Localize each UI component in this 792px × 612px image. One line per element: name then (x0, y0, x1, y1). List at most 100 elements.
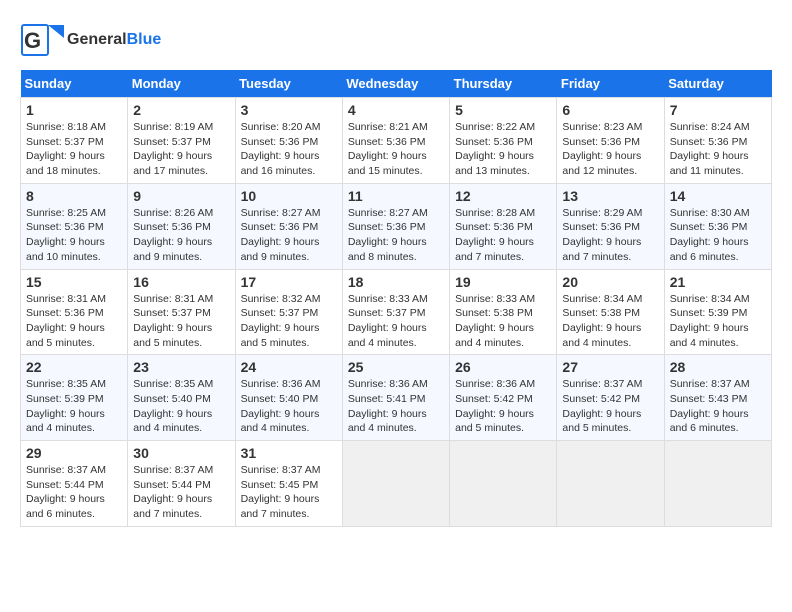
calendar-day-cell: 16 Sunrise: 8:31 AMSunset: 5:37 PMDayligh… (128, 269, 235, 355)
day-number: 14 (670, 188, 766, 204)
day-number: 15 (26, 274, 122, 290)
page-header: G GeneralBlue (20, 20, 772, 60)
calendar-day-cell: 13 Sunrise: 8:29 AMSunset: 5:36 PMDayligh… (557, 183, 664, 269)
day-detail: Sunrise: 8:36 AMSunset: 5:42 PMDaylight:… (455, 378, 535, 434)
day-detail: Sunrise: 8:27 AMSunset: 5:36 PMDaylight:… (241, 207, 321, 263)
calendar-week-row: 29 Sunrise: 8:37 AMSunset: 5:44 PMDayligh… (21, 441, 772, 527)
calendar-day-cell: 29 Sunrise: 8:37 AMSunset: 5:44 PMDayligh… (21, 441, 128, 527)
calendar-week-row: 8 Sunrise: 8:25 AMSunset: 5:36 PMDaylight… (21, 183, 772, 269)
day-number: 19 (455, 274, 551, 290)
calendar-day-cell: 18 Sunrise: 8:33 AMSunset: 5:37 PMDayligh… (342, 269, 449, 355)
calendar-day-cell: 23 Sunrise: 8:35 AMSunset: 5:40 PMDayligh… (128, 355, 235, 441)
day-detail: Sunrise: 8:27 AMSunset: 5:36 PMDaylight:… (348, 207, 428, 263)
column-header-friday: Friday (557, 70, 664, 98)
day-number: 18 (348, 274, 444, 290)
calendar-day-cell: 24 Sunrise: 8:36 AMSunset: 5:40 PMDayligh… (235, 355, 342, 441)
day-detail: Sunrise: 8:29 AMSunset: 5:36 PMDaylight:… (562, 207, 642, 263)
calendar-week-row: 15 Sunrise: 8:31 AMSunset: 5:36 PMDayligh… (21, 269, 772, 355)
day-number: 28 (670, 359, 766, 375)
column-header-sunday: Sunday (21, 70, 128, 98)
day-number: 12 (455, 188, 551, 204)
column-header-saturday: Saturday (664, 70, 771, 98)
calendar-day-cell: 22Sunrise: 8:35 AMSunset: 5:39 PMDayligh… (21, 355, 128, 441)
column-header-monday: Monday (128, 70, 235, 98)
day-number: 22 (26, 359, 122, 375)
calendar-body: 1Sunrise: 8:18 AMSunset: 5:37 PMDaylight… (21, 98, 772, 527)
day-detail: Sunrise: 8:34 AMSunset: 5:38 PMDaylight:… (562, 293, 642, 349)
calendar-day-cell: 1Sunrise: 8:18 AMSunset: 5:37 PMDaylight… (21, 98, 128, 184)
day-number: 24 (241, 359, 337, 375)
calendar-day-cell: 12 Sunrise: 8:28 AMSunset: 5:36 PMDayligh… (450, 183, 557, 269)
day-detail: Sunrise: 8:26 AMSunset: 5:36 PMDaylight:… (133, 207, 213, 263)
calendar-day-cell: 27 Sunrise: 8:37 AMSunset: 5:42 PMDayligh… (557, 355, 664, 441)
day-number: 3 (241, 102, 337, 118)
day-detail: Sunrise: 8:37 AMSunset: 5:42 PMDaylight:… (562, 378, 642, 434)
calendar-day-cell: 30 Sunrise: 8:37 AMSunset: 5:44 PMDayligh… (128, 441, 235, 527)
day-number: 1 (26, 102, 122, 118)
day-detail: Sunrise: 8:31 AMSunset: 5:36 PMDaylight:… (26, 293, 106, 349)
calendar-day-cell: 6 Sunrise: 8:23 AMSunset: 5:36 PMDaylight… (557, 98, 664, 184)
column-header-wednesday: Wednesday (342, 70, 449, 98)
calendar-day-cell: 11 Sunrise: 8:27 AMSunset: 5:36 PMDayligh… (342, 183, 449, 269)
calendar-day-cell: 15 Sunrise: 8:31 AMSunset: 5:36 PMDayligh… (21, 269, 128, 355)
day-detail: Sunrise: 8:28 AMSunset: 5:36 PMDaylight:… (455, 207, 535, 263)
calendar-day-cell: 26 Sunrise: 8:36 AMSunset: 5:42 PMDayligh… (450, 355, 557, 441)
day-detail: Sunrise: 8:37 AMSunset: 5:44 PMDaylight:… (26, 464, 106, 520)
day-detail: Sunrise: 8:24 AMSunset: 5:36 PMDaylight:… (670, 121, 750, 177)
day-number: 26 (455, 359, 551, 375)
day-detail: Sunrise: 8:35 AMSunset: 5:40 PMDaylight:… (133, 378, 213, 434)
day-number: 11 (348, 188, 444, 204)
logo-svg: G (20, 20, 65, 60)
day-number: 7 (670, 102, 766, 118)
calendar-day-cell: 3 Sunrise: 8:20 AMSunset: 5:36 PMDaylight… (235, 98, 342, 184)
logo-text: GeneralBlue (67, 32, 161, 48)
day-number: 13 (562, 188, 658, 204)
calendar-day-cell: 8 Sunrise: 8:25 AMSunset: 5:36 PMDaylight… (21, 183, 128, 269)
day-detail: Sunrise: 8:23 AMSunset: 5:36 PMDaylight:… (562, 121, 642, 177)
calendar-day-cell: 5 Sunrise: 8:22 AMSunset: 5:36 PMDaylight… (450, 98, 557, 184)
calendar-day-cell: 10 Sunrise: 8:27 AMSunset: 5:36 PMDayligh… (235, 183, 342, 269)
day-number: 25 (348, 359, 444, 375)
day-number: 2 (133, 102, 229, 118)
day-detail: Sunrise: 8:34 AMSunset: 5:39 PMDaylight:… (670, 293, 750, 349)
calendar-table: SundayMondayTuesdayWednesdayThursdayFrid… (20, 70, 772, 527)
day-detail: Sunrise: 8:22 AMSunset: 5:36 PMDaylight:… (455, 121, 535, 177)
calendar-day-cell: 14 Sunrise: 8:30 AMSunset: 5:36 PMDayligh… (664, 183, 771, 269)
calendar-header-row: SundayMondayTuesdayWednesdayThursdayFrid… (21, 70, 772, 98)
day-detail: Sunrise: 8:20 AMSunset: 5:36 PMDaylight:… (241, 121, 321, 177)
calendar-day-cell: 25 Sunrise: 8:36 AMSunset: 5:41 PMDayligh… (342, 355, 449, 441)
day-number: 27 (562, 359, 658, 375)
calendar-week-row: 1Sunrise: 8:18 AMSunset: 5:37 PMDaylight… (21, 98, 772, 184)
day-number: 6 (562, 102, 658, 118)
day-detail: Sunrise: 8:19 AMSunset: 5:37 PMDaylight:… (133, 121, 213, 177)
day-detail: Sunrise: 8:30 AMSunset: 5:36 PMDaylight:… (670, 207, 750, 263)
day-number: 16 (133, 274, 229, 290)
calendar-day-cell (557, 441, 664, 527)
day-detail: Sunrise: 8:33 AMSunset: 5:37 PMDaylight:… (348, 293, 428, 349)
day-detail: Sunrise: 8:21 AMSunset: 5:36 PMDaylight:… (348, 121, 428, 177)
calendar-day-cell (664, 441, 771, 527)
day-number: 30 (133, 445, 229, 461)
day-detail: Sunrise: 8:37 AMSunset: 5:44 PMDaylight:… (133, 464, 213, 520)
calendar-day-cell: 17Sunrise: 8:32 AMSunset: 5:37 PMDayligh… (235, 269, 342, 355)
day-number: 31 (241, 445, 337, 461)
day-detail: Sunrise: 8:31 AMSunset: 5:37 PMDaylight:… (133, 293, 213, 349)
day-number: 4 (348, 102, 444, 118)
day-number: 8 (26, 188, 122, 204)
calendar-day-cell: 7 Sunrise: 8:24 AMSunset: 5:36 PMDaylight… (664, 98, 771, 184)
day-detail: Sunrise: 8:36 AMSunset: 5:41 PMDaylight:… (348, 378, 428, 434)
day-number: 10 (241, 188, 337, 204)
calendar-day-cell: 9Sunrise: 8:26 AMSunset: 5:36 PMDaylight… (128, 183, 235, 269)
day-detail: Sunrise: 8:36 AMSunset: 5:40 PMDaylight:… (241, 378, 321, 434)
day-number: 21 (670, 274, 766, 290)
calendar-day-cell: 4 Sunrise: 8:21 AMSunset: 5:36 PMDaylight… (342, 98, 449, 184)
day-number: 23 (133, 359, 229, 375)
calendar-day-cell: 28Sunrise: 8:37 AMSunset: 5:43 PMDayligh… (664, 355, 771, 441)
calendar-day-cell: 19Sunrise: 8:33 AMSunset: 5:38 PMDayligh… (450, 269, 557, 355)
day-number: 5 (455, 102, 551, 118)
column-header-tuesday: Tuesday (235, 70, 342, 98)
day-number: 29 (26, 445, 122, 461)
calendar-day-cell: 2 Sunrise: 8:19 AMSunset: 5:37 PMDaylight… (128, 98, 235, 184)
calendar-day-cell (342, 441, 449, 527)
day-detail: Sunrise: 8:25 AMSunset: 5:36 PMDaylight:… (26, 207, 106, 263)
